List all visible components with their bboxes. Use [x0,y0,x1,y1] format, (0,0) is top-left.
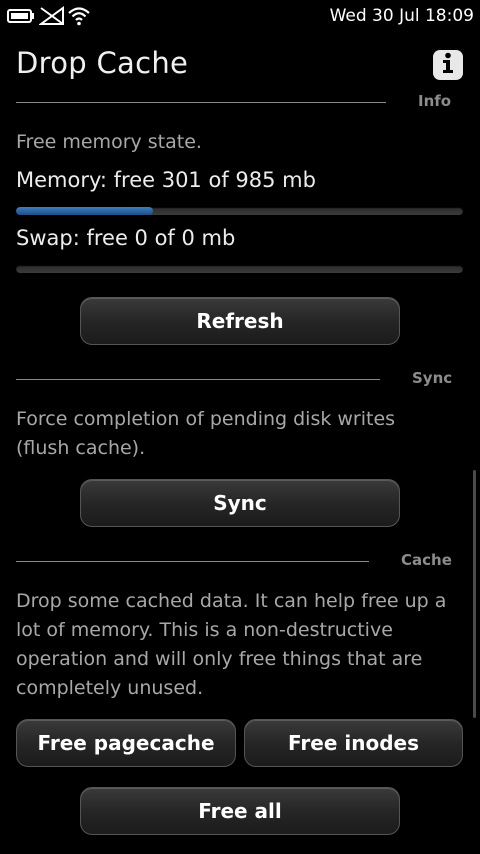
divider [16,102,386,103]
sync-description-line1: Force completion of pending disk writes [16,408,396,430]
swap-progress-bar [16,265,463,273]
sync-button[interactable]: Sync [80,479,400,527]
divider [16,561,369,562]
section-header-sync: Sync [16,369,463,389]
cache-description-line2: lot of memory. This is a non-destructive [16,619,393,641]
info-button[interactable] [433,50,463,80]
section-header-cache: Cache [16,551,463,571]
status-clock: Wed 30 Jul 18:09 [329,6,474,26]
status-bar: Wed 30 Jul 18:09 [0,0,480,34]
section-header-info: Info [16,92,463,112]
info-icon [441,52,455,78]
refresh-button[interactable]: Refresh [80,297,400,345]
scrollbar[interactable] [473,470,476,718]
swap-text: Swap: free 0 of 0 mb [16,226,236,250]
battery-icon [7,8,35,28]
section-label-info: Info [418,92,452,110]
free-inodes-button[interactable]: Free inodes [244,719,463,767]
memory-progress-fill [16,207,153,215]
memory-progress-bar [16,207,463,215]
divider [16,379,380,380]
memory-state-caption: Free memory state. [16,131,202,153]
sync-description-line2: (flush cache). [16,437,146,459]
section-label-cache: Cache [401,551,452,569]
cache-description-line1: Drop some cached data. It can help free … [16,590,447,612]
no-signal-icon [37,6,65,30]
memory-text: Memory: free 301 of 985 mb [16,168,316,192]
cache-description-line3: operation and will only free things that… [16,648,423,670]
page-title: Drop Cache [16,46,189,80]
free-all-button[interactable]: Free all [80,787,400,835]
wifi-icon [68,6,90,30]
section-label-sync: Sync [412,369,453,387]
free-pagecache-button[interactable]: Free pagecache [16,719,236,767]
cache-description-line4: completely unused. [16,677,204,699]
